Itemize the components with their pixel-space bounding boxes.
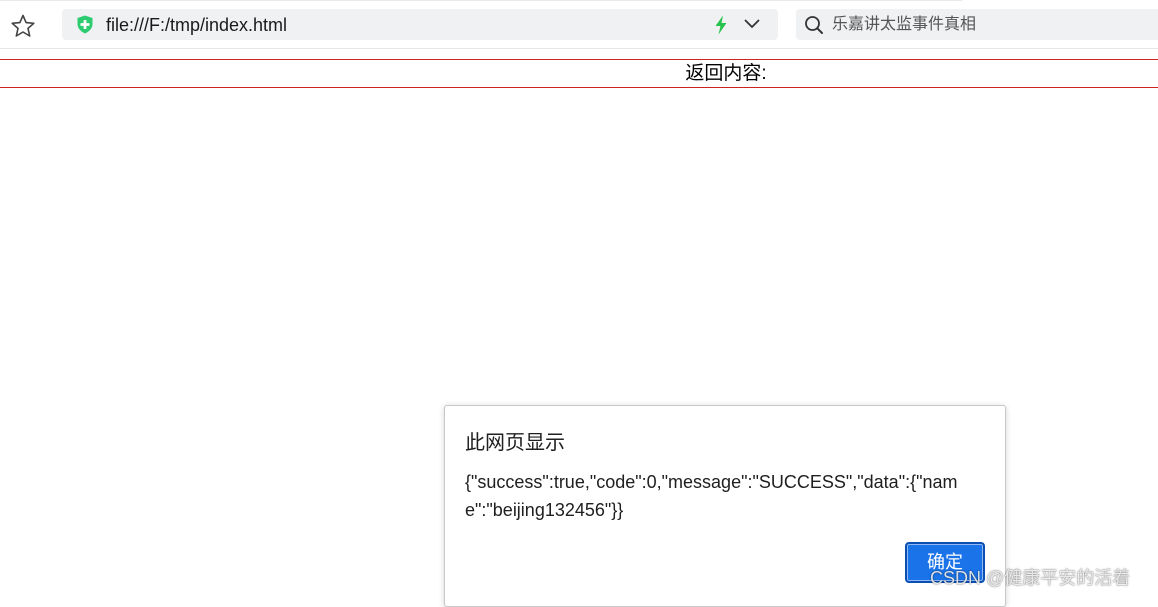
dialog-title: 此网页显示: [465, 432, 565, 454]
search-icon[interactable]: [804, 15, 824, 35]
dialog-message: {"success":true,"code":0,"message":"SUCC…: [465, 472, 958, 520]
result-container: 返回内容:: [0, 59, 1158, 88]
star-icon[interactable]: [10, 13, 36, 39]
alert-dialog: 此网页显示 {"success":true,"code":0,"message"…: [444, 405, 1006, 607]
chevron-down-icon[interactable]: [744, 18, 760, 30]
browser-toolbar: file:///F:/tmp/index.html 乐嘉讲太监事件真相: [0, 0, 1158, 49]
result-label: 返回内容:: [685, 63, 767, 84]
toolbar-divider: [0, 0, 962, 1]
url-text[interactable]: file:///F:/tmp/index.html: [106, 14, 287, 36]
search-bar[interactable]: 乐嘉讲太监事件真相: [796, 9, 1158, 40]
search-input[interactable]: 乐嘉讲太监事件真相: [832, 15, 976, 35]
address-bar[interactable]: file:///F:/tmp/index.html: [62, 9, 778, 40]
lightning-icon[interactable]: [714, 15, 728, 35]
watermark: CSDN @健康平安的活着: [930, 568, 1131, 588]
shield-icon[interactable]: [76, 15, 94, 34]
